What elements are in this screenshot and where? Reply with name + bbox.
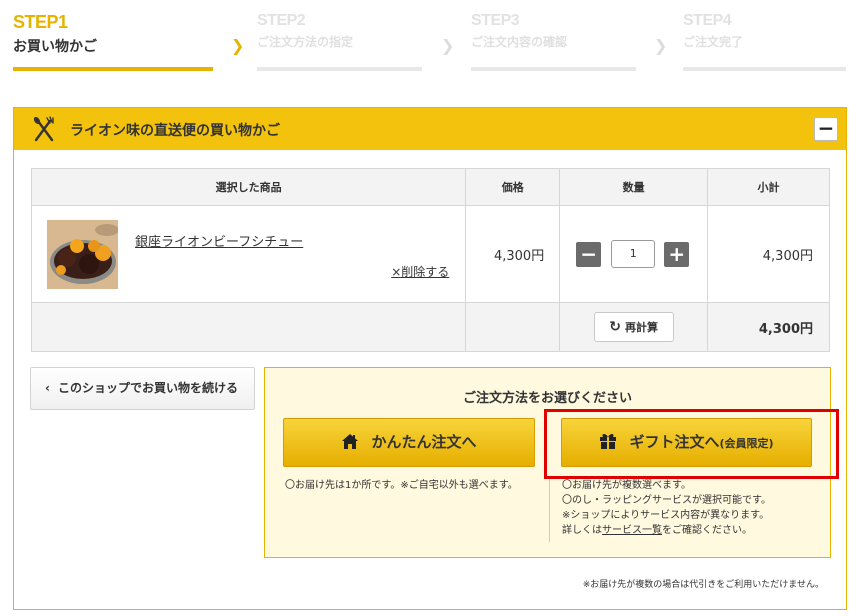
step-4-number: STEP4	[683, 12, 732, 29]
step-2: STEP2 ご注文方法の指定	[257, 12, 422, 71]
collapse-button[interactable]: −	[814, 117, 838, 141]
quantity-increase-button[interactable]: +	[664, 242, 690, 267]
cutlery-icon	[33, 116, 54, 142]
col-qty: 数量	[559, 168, 709, 206]
easy-order-note: 〇お届け先は1か所です。※ご自宅以外も選べます。	[285, 480, 518, 491]
step-2-number: STEP2	[257, 12, 306, 29]
easy-order-label: かんたん注文へ	[371, 433, 477, 451]
chevron-right-icon: ❯	[231, 36, 245, 55]
gift-note-4: 詳しくはサービス一覧をご確認ください。	[562, 525, 752, 536]
quantity-decrease-button[interactable]: −	[576, 242, 602, 267]
step-2-underline	[257, 67, 422, 71]
delete-item-link[interactable]: ×削除する	[391, 263, 449, 280]
step-1-label: お買い物かご	[13, 39, 97, 55]
home-icon	[342, 434, 359, 449]
quantity-input[interactable]: 1	[611, 240, 656, 268]
product-name-link[interactable]: 銀座ライオンビーフシチュー	[135, 231, 303, 250]
subtotal-cell: 4,300円	[707, 205, 830, 303]
refresh-icon: ↻	[609, 319, 621, 335]
recalculate-label: 再計算	[625, 321, 658, 334]
cart-table: 選択した商品 価格 数量 小計 銀座ライオンビーフシチュー ×削除する 4,30…	[30, 168, 830, 352]
order-method-title: ご注文方法をお選びください	[462, 391, 632, 406]
divider	[549, 476, 550, 542]
col-subtotal: 小計	[707, 168, 830, 206]
easy-order-button[interactable]: かんたん注文へ	[283, 418, 535, 467]
step-4-underline	[683, 67, 846, 71]
gift-note-1: 〇お届け先が複数選べます。	[562, 480, 691, 491]
step-1-underline	[13, 67, 213, 71]
continue-shopping-button[interactable]: ‹ このショップでお買い物を続ける	[30, 367, 255, 410]
price-cell: 4,300円	[465, 205, 561, 303]
checkout-steps: STEP1 お買い物かご ❯ STEP2 ご注文方法の指定 ❯ STEP3 ご注…	[0, 0, 852, 80]
step-4-label: ご注文完了	[683, 35, 744, 49]
service-list-link[interactable]: サービス一覧	[602, 525, 662, 536]
cart-table-header: 選択した商品 価格 数量 小計	[30, 168, 830, 206]
step-1-number: STEP1	[13, 12, 68, 32]
product-cell: 銀座ライオンビーフシチュー ×削除する	[30, 205, 467, 303]
gift-order-notes: 〇お届け先が複数選べます。 〇のし・ラッピングサービスが選択可能です。 ※ショッ…	[562, 478, 771, 538]
chevron-right-icon: ❯	[441, 36, 455, 55]
delivery-note: ※お届け先が複数の場合は代引きをご利用いただけません。	[582, 580, 824, 590]
cart-total: 4,300円	[707, 302, 830, 352]
step-2-label: ご注文方法の指定	[257, 35, 354, 49]
continue-shopping-label: このショップでお買い物を続ける	[57, 381, 238, 395]
chevron-right-icon: ❯	[654, 36, 668, 55]
gift-note-3: ※ショップによりサービス内容が異なります。	[562, 510, 770, 521]
step-3-label: ご注文内容の確認	[471, 35, 568, 49]
step-1: STEP1 お買い物かご	[13, 12, 213, 71]
cart-footer-row: ↻ 再計算 4,300円	[30, 302, 830, 352]
col-price: 価格	[465, 168, 561, 206]
col-product: 選択した商品	[30, 168, 467, 206]
gift-order-highlight	[544, 409, 839, 479]
product-image[interactable]	[47, 220, 118, 289]
step-3-number: STEP3	[471, 12, 520, 29]
step-3: STEP3 ご注文内容の確認	[471, 12, 636, 71]
cart-panel-header: ライオン味の直送便の買い物かご −	[14, 108, 846, 150]
chevron-left-icon: ‹	[45, 381, 50, 395]
gift-note-2: 〇のし・ラッピングサービスが選択可能です。	[562, 495, 771, 506]
table-row: 銀座ライオンビーフシチュー ×削除する 4,300円 − 1 + 4,300円	[30, 205, 830, 303]
quantity-cell: − 1 +	[559, 205, 709, 303]
step-3-underline	[471, 67, 636, 71]
recalculate-button[interactable]: ↻ 再計算	[593, 312, 674, 342]
cart-title: ライオン味の直送便の買い物かご	[70, 123, 280, 139]
step-4: STEP4 ご注文完了	[683, 12, 846, 71]
